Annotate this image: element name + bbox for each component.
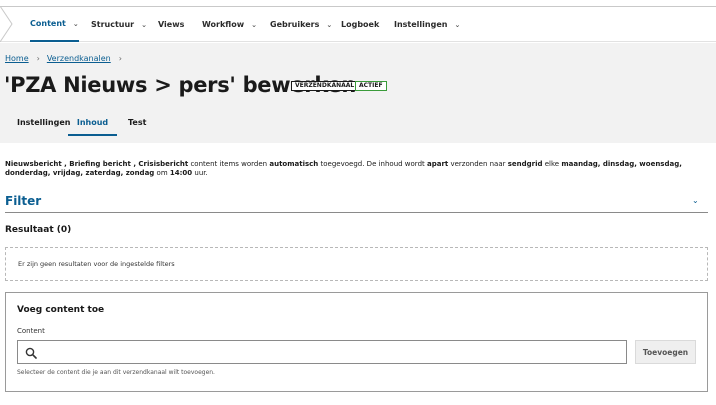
nav-item-workflow[interactable]: Workflow ⌄ [202,7,257,42]
send-time: 14:00 [169,169,193,177]
nav-item-gebruikers[interactable]: Gebruikers ⌄ [270,7,332,42]
divider [5,212,708,213]
tab-test[interactable]: Test [128,110,146,136]
results-heading: Resultaat (0) [5,225,72,235]
description-text: content items worden [188,160,270,168]
nav-item-label: Logboek [341,20,380,29]
description-text: verzonden naar [448,160,508,168]
nav-item-instellingen[interactable]: Instellingen ⌄ [394,7,460,42]
nav-item-views[interactable]: Views [158,7,184,42]
content-search-input[interactable] [44,343,622,361]
nav-arrow-decoration [0,6,13,42]
description-text: om [154,169,170,177]
channel-description: Nieuwsbericht , Briefing bericht , Crisi… [5,160,710,178]
nav-item-label: Content [30,19,66,28]
add-content-panel: Voeg content toe Content Toevoegen Selec… [5,292,708,392]
chevron-down-icon[interactable]: ⌄ [692,196,699,205]
search-icon [25,347,37,359]
send-target: sendgrid [507,160,543,168]
nav-item-logboek[interactable]: Logboek [341,7,379,42]
main-navigation: Content ⌄ Structuur ⌄ Views Workflow ⌄ G… [0,6,716,42]
nav-item-label: Structuur [91,20,135,29]
description-text: toegevoegd. De inhoud wordt [318,160,427,168]
type-badge: VERZENDKANAAL [291,81,359,91]
results-empty-state: Er zijn geen resultaten voor de ingestel… [5,247,708,281]
breadcrumb-section-link[interactable]: Verzendkanalen [47,54,111,63]
chevron-down-icon: ⌄ [454,20,461,29]
chevron-right-icon: › [36,54,40,63]
empty-message: Er zijn geen resultaten voor de ingestel… [18,260,175,268]
send-mode: apart [426,160,449,168]
chevron-down-icon: ⌄ [251,20,257,29]
add-content-title: Voeg content toe [17,305,105,315]
filter-toggle[interactable]: Filter [5,194,41,208]
add-mode: automatisch [269,160,319,168]
breadcrumb-home-link[interactable]: Home [5,54,29,63]
nav-item-label: Workflow [202,20,245,29]
content-field-label: Content [17,327,45,335]
nav-item-content[interactable]: Content ⌄ [30,7,79,42]
breadcrumb: Home › Verzendkanalen › [5,54,129,63]
nav-item-label: Gebruikers [270,20,320,29]
content-search-field[interactable] [17,340,627,364]
chevron-down-icon: ⌄ [72,19,79,28]
chevron-down-icon: ⌄ [141,20,148,29]
nav-item-label: Views [158,20,185,29]
description-text: uur. [192,169,208,177]
chevron-down-icon: ⌄ [326,20,333,29]
add-button[interactable]: Toevoegen [635,340,696,364]
content-types: Nieuwsbericht , Briefing bericht , Crisi… [5,160,189,168]
description-text: elke [542,160,562,168]
help-text: Selecteer de content die je aan dit verz… [17,369,215,376]
chevron-right-icon: › [118,54,122,63]
nav-item-label: Instellingen [394,20,448,29]
nav-item-structuur[interactable]: Structuur ⌄ [91,7,147,42]
tab-inhoud[interactable]: Inhoud [68,110,117,136]
tab-instellingen[interactable]: Instellingen [17,110,70,136]
status-badge: ACTIEF [355,81,387,91]
